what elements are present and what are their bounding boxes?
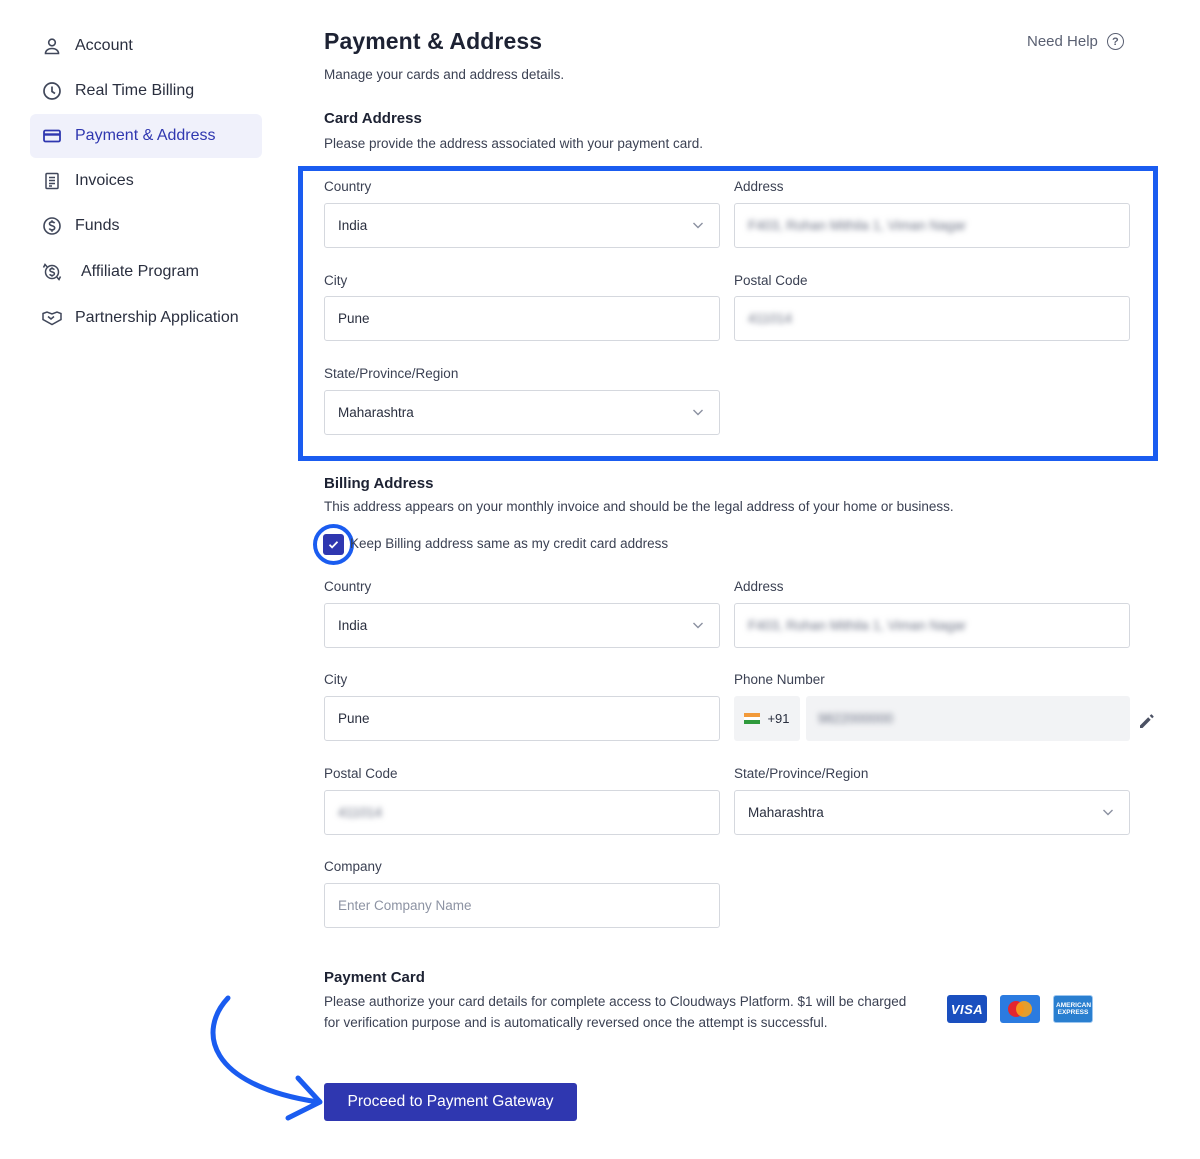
chevron-down-icon	[693, 622, 703, 629]
billing-postal-input[interactable]: 411014	[324, 790, 720, 835]
sidebar: Account Real Time Billing Payment & Addr…	[30, 24, 262, 341]
curved-arrow-icon	[210, 995, 323, 1121]
phone-number-input[interactable]: 9822000000	[806, 696, 1130, 741]
billing-city-input[interactable]: Pune	[324, 696, 720, 741]
sidebar-item-label: Affiliate Program	[81, 263, 199, 280]
phone-country-code-selector[interactable]: +91	[734, 696, 800, 741]
page-subtitle: Manage your cards and address details.	[324, 67, 565, 82]
mastercard-circles	[1008, 1001, 1032, 1017]
checkmark-icon	[328, 541, 339, 549]
billing-country-label: Country	[324, 579, 372, 594]
billing-address-label: Address	[734, 579, 784, 594]
credit-card-icon	[40, 124, 64, 148]
billing-address-input[interactable]: F403, Rohan Mithila 1, Viman Nagar	[734, 603, 1130, 648]
clock-icon	[40, 79, 64, 103]
need-help-link[interactable]: Need Help ?	[1027, 33, 1124, 50]
question-circle-icon: ?	[1106, 33, 1124, 50]
user-icon	[40, 34, 64, 58]
dollar-icon	[40, 214, 64, 238]
billing-state-label: State/Province/Region	[734, 766, 869, 781]
sidebar-item-label: Account	[75, 37, 133, 54]
sidebar-item-label: Real Time Billing	[75, 82, 195, 99]
billing-address-description: This address appears on your monthly inv…	[324, 499, 954, 514]
payment-card-description: Please authorize your card details for c…	[324, 994, 907, 1030]
proceed-to-payment-gateway-button[interactable]: Proceed to Payment Gateway	[324, 1083, 577, 1121]
company-label: Company	[324, 859, 382, 874]
billing-city-label: City	[324, 672, 348, 687]
billing-city-value: Pune	[338, 711, 370, 726]
billing-country-select[interactable]: India	[324, 603, 720, 648]
pencil-edit-icon[interactable]	[1137, 711, 1157, 731]
same-address-checkbox-label: Keep Billing address same as my credit c…	[350, 536, 669, 551]
phone-country-code: +91	[767, 711, 790, 726]
sidebar-item-partnership-application[interactable]: Partnership Application	[30, 296, 262, 340]
mastercard-logo-icon	[1000, 995, 1040, 1023]
handshake-icon	[40, 306, 64, 330]
phone-number-value: 9822000000	[818, 711, 894, 726]
card-brand-logos: VISA AMERICAN EXPRESS	[947, 995, 1093, 1023]
sidebar-item-invoices[interactable]: Invoices	[30, 159, 262, 203]
same-address-checkbox[interactable]	[323, 534, 344, 555]
sidebar-item-payment-address[interactable]: Payment & Address	[30, 114, 262, 158]
payment-card-title: Payment Card	[324, 969, 425, 986]
sidebar-item-funds[interactable]: Funds	[30, 204, 262, 248]
phone-number-label: Phone Number	[734, 672, 825, 687]
invoice-icon	[40, 169, 64, 193]
chevron-down-icon	[1103, 809, 1113, 816]
sidebar-item-account[interactable]: Account	[30, 24, 262, 68]
card-address-title: Card Address	[324, 110, 422, 127]
india-flag-icon	[744, 713, 761, 725]
visa-logo-text: VISA	[950, 1001, 984, 1017]
billing-address-title: Billing Address	[324, 475, 434, 492]
page-title: Payment & Address	[324, 28, 543, 54]
billing-country-value: India	[338, 618, 368, 633]
amex-logo-icon: AMERICAN EXPRESS	[1053, 995, 1093, 1023]
card-address-highlight-box	[298, 166, 1158, 461]
billing-postal-value: 411014	[338, 805, 383, 820]
visa-logo-icon: VISA	[947, 995, 987, 1023]
billing-state-value: Maharashtra	[748, 805, 824, 820]
affiliate-icon	[40, 260, 64, 284]
billing-state-select[interactable]: Maharashtra	[734, 790, 1130, 835]
company-placeholder: Enter Company Name	[338, 898, 472, 913]
billing-address-value: F403, Rohan Mithila 1, Viman Nagar	[748, 618, 967, 633]
need-help-label: Need Help	[1027, 33, 1098, 50]
sidebar-item-label: Invoices	[75, 172, 134, 189]
sidebar-item-label: Partnership Application	[75, 309, 239, 326]
sidebar-item-label: Payment & Address	[75, 127, 216, 144]
billing-postal-label: Postal Code	[324, 766, 398, 781]
amex-logo-text: AMERICAN EXPRESS	[1056, 1002, 1092, 1016]
card-address-description: Please provide the address associated wi…	[324, 136, 703, 151]
company-input[interactable]: Enter Company Name	[324, 883, 720, 928]
sidebar-item-affiliate-program[interactable]: Affiliate Program	[30, 250, 262, 294]
sidebar-item-label: Funds	[75, 217, 120, 234]
sidebar-item-real-time-billing[interactable]: Real Time Billing	[30, 69, 262, 113]
